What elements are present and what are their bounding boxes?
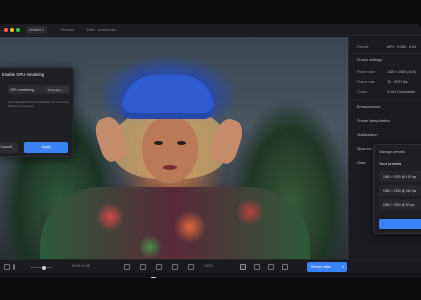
presets-popover: Manage presets Your presets 1080 × 1920 … [373, 144, 421, 234]
subject-eye [154, 141, 163, 145]
timecode: 00:00:12:08 [72, 264, 90, 268]
view-compare-icon[interactable] [268, 264, 274, 270]
undo-icon[interactable] [156, 264, 162, 270]
inspector-label: Codec [357, 90, 368, 94]
tab-edits[interactable]: Edits · portrait.heic [84, 26, 119, 34]
title-bar: Untitled-1 Preview Edits · portrait.heic [0, 24, 421, 36]
subject-lips [163, 165, 177, 170]
subject-eye [177, 141, 186, 145]
save-preset-button[interactable] [379, 219, 421, 229]
dialog-description: Use hardware GPU acceleration for render… [8, 100, 69, 109]
preset-label: 1080 × 1920 @ 120 fps [383, 174, 417, 179]
fullscreen-icon[interactable] [282, 264, 288, 270]
divider [353, 99, 421, 100]
scissors-icon[interactable] [124, 264, 130, 270]
redo-icon[interactable] [172, 264, 178, 270]
divider [353, 53, 421, 54]
view-single-icon[interactable] [240, 264, 246, 270]
inspector-label: Frame rate [357, 80, 375, 84]
inspector-value[interactable]: 1920 × 1080 (16:9) [387, 70, 416, 74]
close-window-icon[interactable] [4, 28, 8, 32]
tab-preview[interactable]: Preview [58, 26, 76, 34]
minimize-window-icon[interactable] [10, 28, 14, 32]
inspector-label: Frame size [357, 70, 375, 74]
render-video-button[interactable]: Render video ▾ [307, 262, 347, 272]
volume-slider-knob[interactable] [42, 265, 46, 270]
inspector-value[interactable]: MP4 · H.264 · 8-bit [387, 45, 416, 49]
gpu-rendering-dialog: Enable GPU rendering GPU rendering Proce… [0, 67, 74, 157]
play-icon[interactable] [4, 264, 10, 270]
subject-shirt [40, 187, 310, 259]
playhead-handle[interactable] [151, 277, 156, 278]
zoom-level[interactable]: 100% [204, 264, 212, 268]
render-video-label: Render video [311, 265, 332, 269]
preset-item[interactable]: 1080 × 1920 @ 240 fps [379, 185, 421, 196]
presets-title: Manage presets [379, 150, 405, 154]
section-grain[interactable]: Grain [357, 161, 366, 165]
grid-icon[interactable] [188, 264, 194, 270]
inspector-value[interactable]: H.264 Constrained [387, 90, 415, 94]
more-icon[interactable] [13, 264, 15, 270]
subject-face [142, 117, 198, 183]
preset-label: 1080 × 1920 @ 240 fps [383, 188, 417, 193]
inspector-label: Format [357, 45, 369, 49]
apply-button[interactable]: Apply [24, 142, 68, 153]
timeline[interactable] [0, 273, 421, 278]
dialog-title: Enable GPU rendering [2, 72, 45, 77]
cancel-button[interactable]: Cancel [0, 142, 18, 153]
preset-label: 1080 × 3320 @ 60 fps [383, 202, 415, 207]
crop-icon[interactable] [140, 264, 146, 270]
view-split-icon[interactable] [254, 264, 260, 270]
subject-hat [122, 75, 214, 119]
section-frame-settings[interactable]: Frame settings [357, 58, 382, 62]
section-frame-interpolation[interactable]: Frame interpolation [357, 119, 390, 123]
section-slow-mo[interactable]: Slow mo [357, 147, 372, 151]
playback-toolbar: 00:00:12:08 100% Render video ▾ [0, 259, 421, 273]
volume-slider[interactable] [30, 265, 52, 270]
section-stabilization[interactable]: Stabilization [357, 133, 377, 137]
gpu-rendering-field: GPU rendering Process L... [8, 85, 70, 94]
chevron-down-icon: ▾ [342, 265, 344, 269]
section-enhancement[interactable]: Enhancement [357, 105, 380, 109]
maximize-window-icon[interactable] [16, 28, 20, 32]
tab-untitled[interactable]: Untitled-1 [26, 26, 47, 34]
presets-subtitle: Your presets [379, 161, 402, 166]
preset-item[interactable]: 1080 × 1920 @ 120 fps [379, 171, 421, 182]
gpu-process-select[interactable]: Process L... [46, 86, 68, 93]
gpu-rendering-label: GPU rendering [10, 87, 34, 92]
playhead[interactable] [151, 277, 156, 278]
preset-item[interactable]: 1080 × 3320 @ 60 fps [379, 199, 421, 210]
inspector-value[interactable]: 30 · 29.97 fps [387, 80, 408, 84]
